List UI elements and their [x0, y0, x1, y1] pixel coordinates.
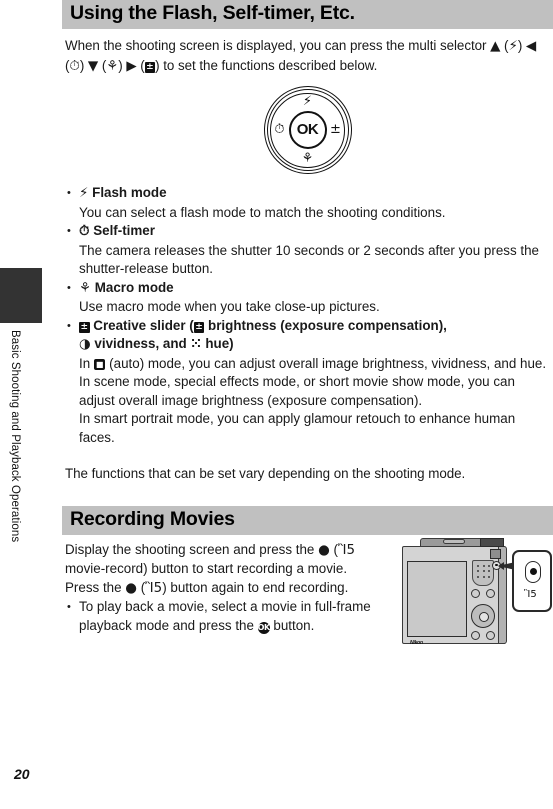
intro-paragraph: When the shooting screen is displayed, y… [65, 38, 537, 74]
list-item-self-timer: ⏱ Self-timer The camera releases the shu… [65, 222, 553, 279]
movie-record-button-callout: Ἲ5 [512, 549, 552, 612]
camera-shutter-release [443, 538, 465, 544]
speaker-dot [488, 564, 491, 567]
creative-slider-title-b: brightness (exposure compensation), [204, 317, 447, 333]
speaker-dot [488, 570, 491, 573]
movie-camera-icon: Ἲ5 [145, 580, 163, 596]
callout-record-button [525, 560, 541, 583]
intro-text-after: ) to set the functions described below. [155, 57, 378, 73]
creative-body-line2: In scene mode, special effects mode, or … [79, 374, 515, 408]
ok-button-icon: OK [257, 621, 270, 634]
multi-selector-figure: OK ⚡ ⏱ ± ⚘ [62, 86, 553, 178]
recording-movies-text: Display the shooting screen and press th… [65, 541, 383, 636]
exposure-compensation-icon: ± [144, 61, 156, 73]
speaker-dot [482, 570, 485, 573]
camera-multi-selector [471, 603, 495, 628]
vividness-icon: ◑ [79, 337, 91, 352]
macro-mode-title: Macro mode [94, 279, 174, 295]
left-arrow-icon: ◀ [525, 39, 537, 54]
function-list: ⚡ Flash mode You can select a flash mode… [62, 184, 553, 447]
speaker-dot [477, 570, 480, 573]
macro-mode-body: Use macro mode when you take close-up pi… [79, 299, 380, 314]
ok-button[interactable]: OK [288, 111, 327, 149]
self-timer-icon: ⏱ [69, 58, 80, 74]
section-heading-bar-recording: Recording Movies [62, 505, 553, 535]
self-timer-title: Self-timer [93, 223, 155, 238]
playback-text-b: button. [269, 617, 315, 633]
intro-text-before: When the shooting screen is displayed, y… [65, 38, 491, 53]
dial-macro-icon[interactable]: ⚘ [298, 152, 318, 165]
page-number: 20 [14, 766, 30, 782]
camera-ok-button [479, 611, 489, 622]
flash-icon: ⚡ [79, 186, 89, 201]
macro-flower-icon: ⚘ [106, 58, 119, 74]
creative-slider-title-a: Creative slider ( [93, 317, 194, 333]
creative-body-line3: In smart portrait mode, you can apply gl… [79, 411, 516, 445]
exposure-compensation-icon: ± [79, 321, 90, 333]
page-content: Using the Flash, Self-timer, Etc. When t… [62, 0, 553, 809]
list-item-macro-mode: ⚘ Macro mode Use macro mode when you tak… [65, 279, 553, 317]
right-arrow-icon: ▶ [126, 58, 137, 74]
camera-mode-button [486, 588, 495, 598]
hue-icon: ⁙ [190, 337, 202, 352]
list-item-creative-slider: ± Creative slider (± brightness (exposur… [65, 317, 553, 448]
speaker-dot [488, 575, 491, 578]
multi-selector-dial: OK ⚡ ⏱ ± ⚘ [263, 86, 352, 174]
flash-mode-body: You can select a flash mode to match the… [79, 204, 446, 220]
macro-flower-icon: ⚘ [79, 280, 92, 296]
down-arrow-icon: ▼ [87, 58, 99, 74]
camera-menu-button [471, 630, 480, 640]
creative-slider-title-d: hue) [201, 336, 234, 351]
list-item-playback: To play back a movie, select a movie in … [65, 598, 383, 635]
flash-icon: ⚡ [508, 39, 518, 54]
self-timer-body: The camera releases the shutter 10 secon… [79, 242, 539, 277]
movie-camera-icon: Ἲ5 [337, 542, 355, 558]
speaker-dot [477, 575, 480, 578]
camera-playback-button [471, 588, 480, 598]
dial-self-timer-icon[interactable]: ⏱ [270, 123, 290, 136]
recording-text-d: ( [136, 579, 146, 595]
up-arrow-icon: ▲ [490, 39, 501, 54]
creative-slider-body: In ■ (auto) mode, you can adjust overall… [79, 355, 553, 374]
camera-top-right-block [480, 537, 504, 547]
playback-text-a: To play back a movie, select a movie in … [79, 599, 371, 633]
record-dot-icon: ● [125, 580, 137, 596]
camera-speaker-grille [472, 559, 494, 586]
camera-brand-logo: Nikon [410, 639, 423, 646]
camera-mode-dial-block [490, 548, 501, 559]
list-item-flash-mode: ⚡ Flash mode You can select a flash mode… [65, 184, 553, 222]
recording-text-b: ( [329, 541, 338, 557]
camera-body: Nikon [402, 545, 506, 646]
chapter-tab-marker [0, 268, 42, 323]
section-title-flash: Using the Flash, Self-timer, Etc. [70, 2, 355, 24]
creative-slider-title-c: vividness, and [90, 336, 191, 351]
recording-movies-body: Display the shooting screen and press th… [62, 537, 553, 646]
camera-lcd-screen [407, 560, 467, 637]
chapter-tab-label: Basic Shooting and Playback Operations [9, 330, 21, 543]
speaker-dot [482, 575, 485, 578]
recording-text-a: Display the shooting screen and press th… [65, 541, 319, 557]
record-dot-icon: ● [318, 542, 330, 558]
movie-camera-icon: Ἲ5 [524, 588, 537, 600]
self-timer-icon: ⏱ [79, 224, 90, 239]
dial-flash-icon[interactable]: ⚡ [298, 95, 318, 108]
dial-exposure-icon[interactable]: ± [326, 123, 346, 136]
camera-illustration: Nikon Ἲ5 [402, 537, 553, 657]
section-title-recording: Recording Movies [70, 507, 235, 530]
creative-body-line1-b: (auto) mode, you can adjust overall imag… [105, 355, 547, 371]
section-heading-bar-flash: Using the Flash, Self-timer, Etc. [62, 0, 553, 29]
exposure-compensation-icon: ± [193, 321, 205, 333]
speaker-dot [477, 564, 480, 567]
speaker-dot [482, 564, 485, 567]
creative-body-line1-a: In [79, 355, 94, 371]
recording-text-e: ) button again to end recording. [162, 579, 349, 595]
flash-mode-title: Flash mode [92, 185, 167, 200]
camera-delete-button [486, 630, 495, 640]
camera-auto-mode-icon: ■ [93, 358, 106, 370]
playback-note-list: To play back a movie, select a movie in … [65, 598, 383, 635]
closing-paragraph: The functions that can be set vary depen… [65, 466, 466, 481]
